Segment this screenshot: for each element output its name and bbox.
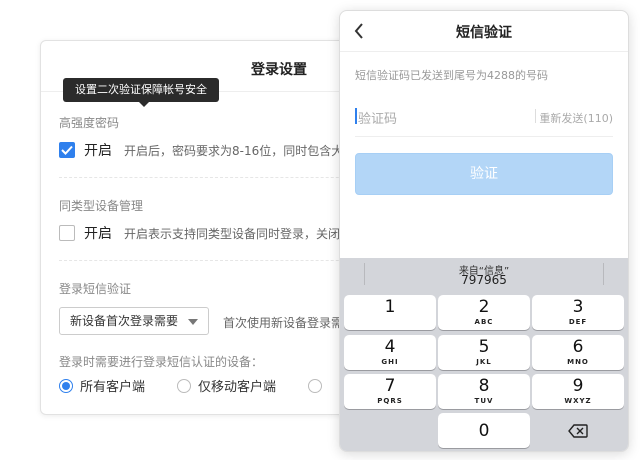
checkbox-checked[interactable] bbox=[59, 142, 75, 158]
radio-third[interactable] bbox=[308, 378, 329, 393]
radio-unselected-icon[interactable] bbox=[177, 378, 192, 393]
device-management-toggle[interactable]: 开启 开启表示支持同类型设备同时登录，关闭 bbox=[59, 223, 340, 243]
section-heading-sms: 登录短信验证 bbox=[59, 282, 132, 296]
panel-title: 登录设置 bbox=[251, 62, 307, 78]
code-placeholder: 验证码 bbox=[358, 112, 398, 127]
chevron-down-icon bbox=[188, 319, 198, 325]
toggle-desc: 开启后，密码要求为8-16位，同时包含大 bbox=[124, 143, 344, 158]
key-0[interactable]: 0 bbox=[438, 413, 530, 448]
section-divider bbox=[59, 177, 379, 178]
radio-label: 所有客户端 bbox=[80, 380, 146, 395]
radio-unselected-icon[interactable] bbox=[308, 378, 323, 393]
code-suggestion[interactable]: 来自“信息” 797965 bbox=[340, 258, 628, 292]
toggle-label: 开启 bbox=[84, 226, 112, 242]
devices-question: 登录时需要进行登录短信认证的设备： bbox=[59, 355, 264, 369]
tooltip: 设置二次验证保障帐号安全 bbox=[63, 78, 219, 107]
radio-all-clients[interactable]: 所有客户端 bbox=[59, 376, 145, 395]
nav-title: 短信验证 bbox=[456, 25, 512, 41]
verify-button[interactable]: 验证 bbox=[355, 153, 613, 195]
key-1[interactable]: 1 bbox=[344, 295, 436, 330]
backspace-icon bbox=[568, 424, 588, 438]
section-heading-password: 高强度密码 bbox=[59, 116, 120, 130]
text-caret bbox=[355, 108, 357, 124]
resend-button[interactable]: 重新发送(110) bbox=[539, 110, 613, 126]
radio-label: 仅移动客户端 bbox=[198, 380, 277, 395]
strong-password-toggle[interactable]: 开启 开启后，密码要求为8-16位，同时包含大 bbox=[59, 140, 343, 160]
sms-hint: 短信验证码已发送到尾号为4288的号码 bbox=[355, 69, 548, 82]
toggle-label: 开启 bbox=[84, 143, 112, 159]
checkbox-unchecked[interactable] bbox=[59, 225, 75, 241]
key-9[interactable]: 9 WXYZ bbox=[532, 374, 624, 409]
key-6[interactable]: 6 MNO bbox=[532, 335, 624, 370]
numeric-keyboard: 来自“信息” 797965 1 2 ABC 3 DEF 4 GHI 5 JKL 6 MNO… bbox=[340, 258, 628, 451]
key-delete[interactable] bbox=[532, 413, 624, 448]
section-divider bbox=[59, 260, 379, 261]
suggestion-code[interactable]: 797965 bbox=[340, 273, 628, 287]
section-heading-device: 同类型设备管理 bbox=[59, 199, 144, 213]
key-3[interactable]: 3 DEF bbox=[532, 295, 624, 330]
select-value: 新设备首次登录需要 bbox=[70, 314, 179, 328]
radio-mobile-only[interactable]: 仅移动客户端 bbox=[177, 376, 276, 395]
key-7[interactable]: 7 PQRS bbox=[344, 374, 436, 409]
input-separator bbox=[535, 109, 536, 123]
nav-bar: 短信验证 bbox=[340, 11, 628, 52]
device-radio-group: 所有客户端 仅移动客户端 bbox=[59, 376, 361, 395]
code-input[interactable]: 验证码 重新发送(110) bbox=[355, 106, 613, 128]
key-5[interactable]: 5 JKL bbox=[438, 335, 530, 370]
key-8[interactable]: 8 TUV bbox=[438, 374, 530, 409]
sms-verify-phone: 短信验证 短信验证码已发送到尾号为4288的号码 验证码 重新发送(110) 验… bbox=[339, 10, 629, 452]
toggle-desc: 开启表示支持同类型设备同时登录，关闭 bbox=[124, 226, 341, 241]
key-4[interactable]: 4 GHI bbox=[344, 335, 436, 370]
input-underline bbox=[355, 136, 613, 137]
select-desc: 首次使用新设备登录需 bbox=[223, 316, 344, 330]
check-icon bbox=[61, 145, 73, 155]
suggest-divider bbox=[603, 263, 604, 285]
radio-selected-icon[interactable] bbox=[59, 378, 73, 393]
key-2[interactable]: 2 ABC bbox=[438, 295, 530, 330]
sms-policy-select[interactable]: 新设备首次登录需要 bbox=[59, 307, 209, 335]
